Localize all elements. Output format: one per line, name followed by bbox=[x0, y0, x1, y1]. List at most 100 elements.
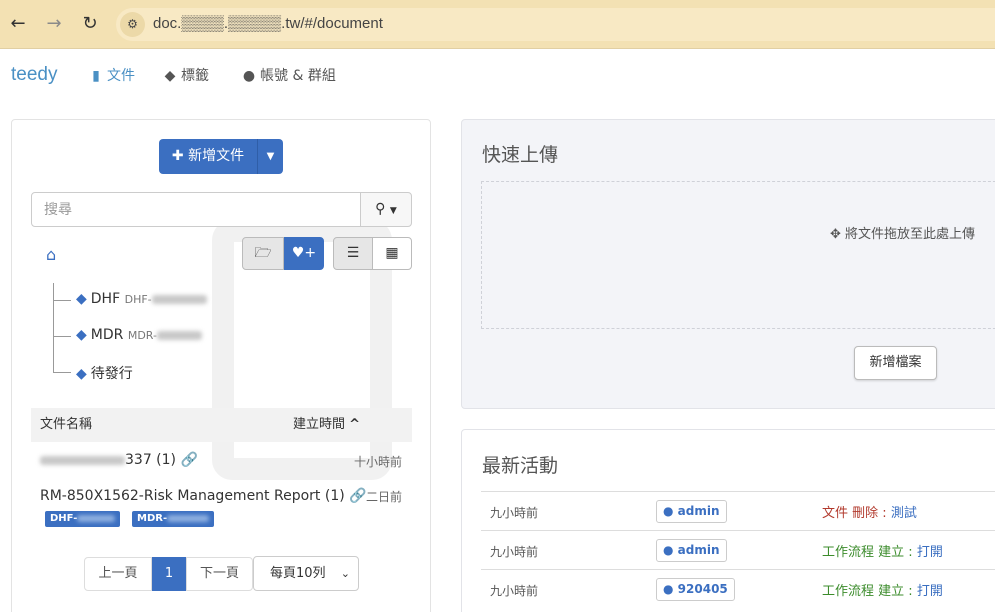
activity-action: 建立 : bbox=[878, 545, 913, 560]
add-file-button[interactable]: 新增檔案 bbox=[854, 346, 937, 380]
tag-icon: ◆ bbox=[76, 291, 87, 307]
redacted-text bbox=[151, 294, 207, 304]
activity-target[interactable]: 打開 bbox=[917, 584, 943, 599]
add-document-dropdown-button[interactable]: ▼ bbox=[257, 139, 283, 174]
tree-connector bbox=[53, 372, 71, 373]
tree-connector bbox=[53, 283, 54, 373]
user-button[interactable]: ● 920405 bbox=[656, 578, 735, 601]
folder-view-button[interactable]: 🗁 bbox=[242, 237, 284, 270]
user-name: admin bbox=[677, 504, 720, 518]
activity-action: 建立 : bbox=[878, 584, 913, 599]
document-row[interactable]: 337 (1) 🔗 bbox=[40, 452, 198, 468]
redacted-text bbox=[167, 514, 210, 522]
document-sidebar: ✚ 新增文件 ▼ ⚲ ▼ ⌂ 🗁 ♥+ ☰ ▦ ◆DHF DHF- ◆MDR M… bbox=[11, 119, 431, 612]
column-created[interactable]: 建立時間 ^ bbox=[293, 408, 360, 442]
plus-icon: ✚ bbox=[171, 148, 184, 164]
column-created-label: 建立時間 bbox=[293, 417, 346, 432]
brand-logo[interactable]: teedy bbox=[11, 64, 57, 86]
caret-down-icon: ▼ bbox=[389, 206, 397, 216]
document-title: RM-850X1562-Risk Management Report (1) bbox=[40, 488, 345, 504]
grid-icon: ▦ bbox=[385, 245, 399, 261]
page-size-select[interactable]: 每頁10列 ⌄ bbox=[253, 556, 359, 591]
activity-type: 工作流程 bbox=[822, 584, 875, 599]
tree-item-dhf[interactable]: ◆ DHF DHF- bbox=[76, 291, 207, 307]
list-view-button[interactable]: ☰ bbox=[333, 237, 373, 270]
document-time: 十小時前 bbox=[353, 455, 402, 469]
tag-badge[interactable]: MDR- bbox=[132, 511, 215, 527]
activity-target[interactable]: 測試 bbox=[891, 506, 917, 521]
document-table-header: 文件名稱 建立時間 ^ bbox=[31, 408, 412, 442]
activity-type: 工作流程 bbox=[822, 545, 875, 560]
latest-activity-title: 最新活動 bbox=[482, 455, 559, 477]
link-icon: 🔗 bbox=[349, 488, 367, 504]
upload-dropzone[interactable]: ✥ 將文件拖放至此處上傳 bbox=[481, 181, 995, 329]
document-row[interactable]: RM-850X1562-Risk Management Report (1) 🔗 bbox=[40, 488, 367, 504]
pager-prev-button[interactable]: 上一頁 bbox=[84, 557, 152, 591]
user-name: 920405 bbox=[677, 582, 728, 596]
url-text[interactable]: doc.▒▒▒▒.▒▒▒▒▒.tw/#/document bbox=[153, 15, 383, 32]
back-arrow-icon[interactable]: ← bbox=[8, 14, 28, 34]
tag-plus-icon: ♥+ bbox=[291, 245, 317, 261]
nav-tags[interactable]: ◆ 標籤 bbox=[163, 65, 209, 85]
nav-users-groups[interactable]: ● 帳號 & 群組 bbox=[242, 65, 336, 85]
user-icon: ● bbox=[663, 543, 674, 557]
tree-item-label: DHF bbox=[90, 291, 121, 307]
tree-item-label: 待發行 bbox=[90, 366, 133, 382]
activity-action: 刪除 : bbox=[852, 506, 887, 521]
list-icon: ☰ bbox=[346, 245, 360, 261]
page-size-value: 每頁10列 bbox=[270, 566, 326, 581]
tree-item-sub: MDR- bbox=[127, 329, 157, 342]
grid-view-button[interactable]: ▦ bbox=[372, 237, 412, 270]
folder-open-icon: 🗁 bbox=[254, 245, 272, 261]
tag-view-button[interactable]: ♥+ bbox=[284, 237, 324, 270]
document-title: 337 (1) bbox=[125, 452, 177, 468]
nav-documents[interactable]: ▮ 文件 bbox=[89, 65, 135, 85]
search-input[interactable] bbox=[31, 192, 361, 227]
add-document-button[interactable]: ✚ 新增文件 bbox=[159, 139, 257, 174]
add-document-label: 新增文件 bbox=[188, 148, 245, 164]
pager-next-button[interactable]: 下一頁 bbox=[186, 557, 253, 591]
user-icon: ● bbox=[663, 504, 674, 518]
tree-item-mdr[interactable]: ◆ MDR MDR- bbox=[76, 327, 202, 343]
pager-page-1[interactable]: 1 bbox=[152, 557, 186, 591]
book-icon: ▮ bbox=[92, 68, 100, 84]
activity-row: 九小時前 ● admin 文件 刪除 : 測試 bbox=[481, 491, 995, 530]
redacted-text bbox=[40, 455, 125, 465]
column-name[interactable]: 文件名稱 bbox=[40, 408, 92, 442]
activity-time: 九小時前 bbox=[490, 506, 539, 520]
chevron-down-icon: ⌄ bbox=[340, 567, 350, 580]
activity-target[interactable]: 打開 bbox=[917, 545, 943, 560]
activity-row: 九小時前 ● admin 工作流程 建立 : 打開 bbox=[481, 530, 995, 569]
latest-activity-panel: 最新活動 九小時前 ● admin 文件 刪除 : 測試 九小時前 ● admi… bbox=[461, 429, 995, 612]
nav-documents-label: 文件 bbox=[107, 68, 135, 84]
tag-icon: ◆ bbox=[76, 366, 87, 382]
chevron-up-icon: ^ bbox=[349, 417, 361, 432]
user-button[interactable]: ● admin bbox=[656, 539, 727, 562]
activity-description: 工作流程 建立 : 打開 bbox=[822, 580, 943, 599]
document-time: 二日前 bbox=[365, 490, 402, 504]
link-icon: 🔗 bbox=[180, 452, 198, 468]
forward-arrow-icon[interactable]: → bbox=[44, 14, 64, 34]
address-bar[interactable]: ⚙ doc.▒▒▒▒.▒▒▒▒▒.tw/#/document bbox=[116, 8, 995, 41]
home-icon[interactable]: ⌂ bbox=[46, 245, 56, 264]
activity-description: 工作流程 建立 : 打開 bbox=[822, 541, 943, 560]
app-navbar: teedy ▮ 文件 ◆ 標籤 ● 帳號 & 群組 bbox=[0, 50, 995, 100]
redacted-text bbox=[77, 514, 116, 522]
nav-users-label: 帳號 & 群組 bbox=[260, 68, 336, 84]
user-button[interactable]: ● admin bbox=[656, 500, 727, 523]
tree-item-pending[interactable]: ◆ 待發行 bbox=[76, 363, 133, 383]
caret-down-icon: ▼ bbox=[266, 151, 275, 162]
activity-type: 文件 bbox=[822, 506, 849, 521]
site-settings-icon[interactable]: ⚙ bbox=[120, 12, 145, 37]
search-icon: ⚲ bbox=[375, 201, 386, 217]
tag-icon: ◆ bbox=[76, 327, 87, 343]
dropzone-hint: ✥ 將文件拖放至此處上傳 bbox=[830, 223, 975, 242]
dropzone-hint-text: 將文件拖放至此處上傳 bbox=[844, 227, 975, 242]
search-options-button[interactable]: ⚲ ▼ bbox=[360, 192, 412, 227]
reload-icon[interactable]: ↻ bbox=[80, 14, 100, 34]
move-icon: ✥ bbox=[829, 227, 841, 242]
activity-time: 九小時前 bbox=[490, 545, 539, 559]
tag-badge[interactable]: DHF- bbox=[45, 511, 121, 527]
user-icon: ● bbox=[242, 68, 256, 84]
quick-upload-title: 快速上傳 bbox=[482, 144, 559, 166]
